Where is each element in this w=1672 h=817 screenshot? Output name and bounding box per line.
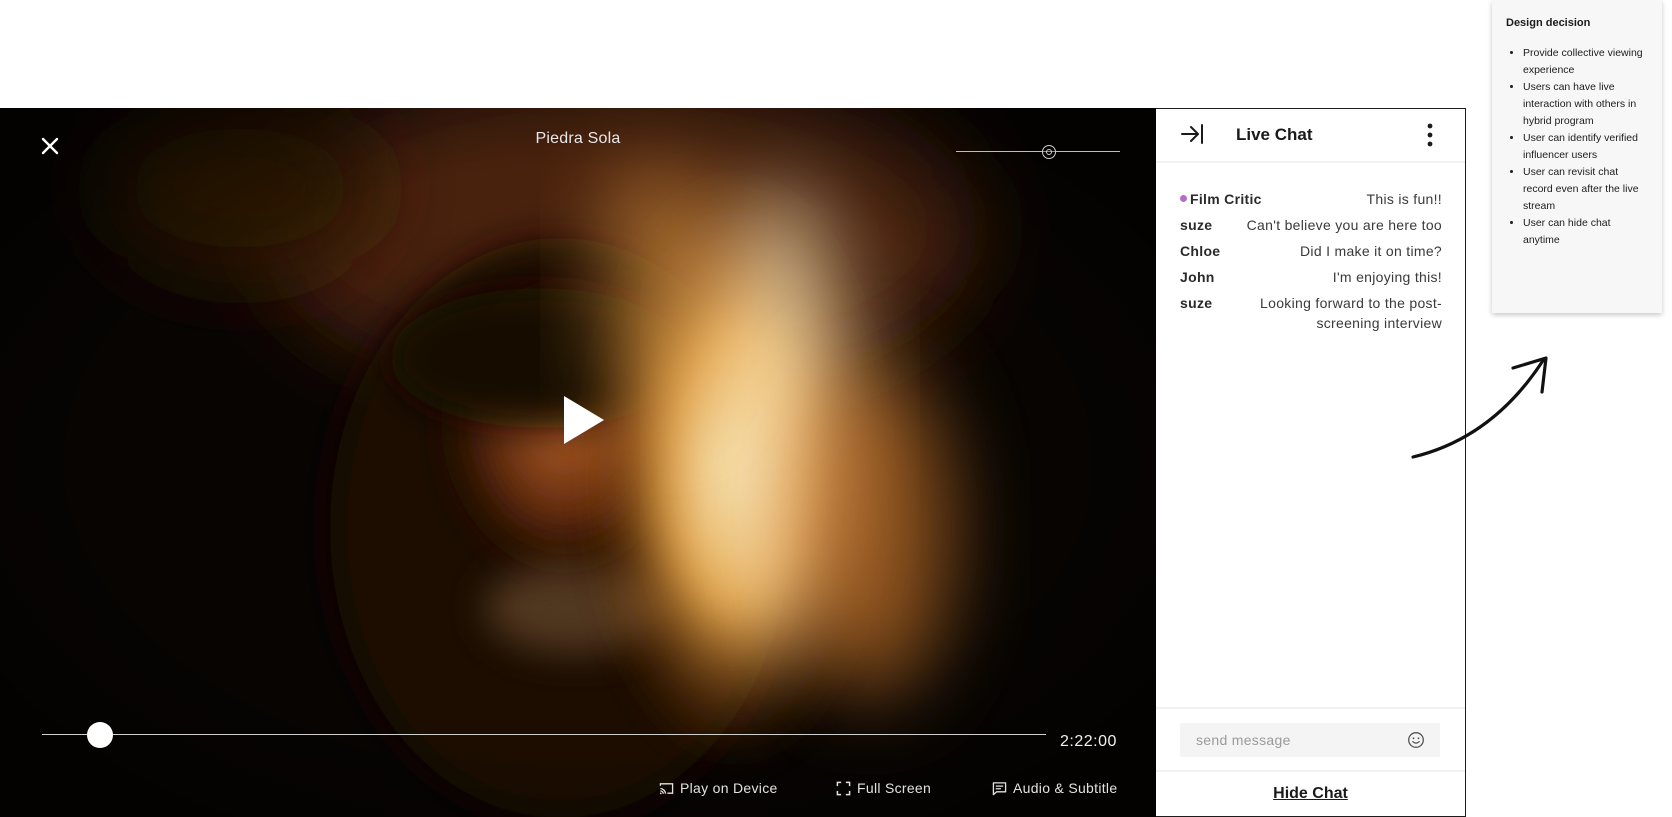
play-button[interactable] xyxy=(562,394,606,446)
more-vertical-icon xyxy=(1427,123,1433,147)
note-item: Users can have live interaction with oth… xyxy=(1523,79,1650,130)
progress-knob[interactable] xyxy=(87,722,114,748)
chat-message: suze Can't believe you are here too xyxy=(1180,215,1442,235)
chat-username[interactable]: Chloe xyxy=(1180,241,1220,261)
chat-message-text: Did I make it on time? xyxy=(1300,243,1442,259)
play-on-device-button[interactable]: Play on Device xyxy=(659,778,778,798)
progress-track xyxy=(42,734,1046,735)
chat-menu-button[interactable] xyxy=(1418,122,1442,148)
design-decision-note: Design decision Provide collective viewi… xyxy=(1492,0,1662,313)
chat-message-text: Looking forward to the post-screening in… xyxy=(1260,295,1442,331)
chat-header: Live Chat xyxy=(1156,109,1465,163)
note-item: User can identify verified influencer us… xyxy=(1523,130,1650,164)
play-icon xyxy=(564,396,604,444)
chat-username[interactable]: suze xyxy=(1180,215,1212,235)
note-item: Provide collective viewing experience xyxy=(1523,45,1650,79)
chat-message-text: I'm enjoying this! xyxy=(1332,269,1442,285)
audio-subtitle-button[interactable]: Audio & Subtitle xyxy=(992,778,1117,798)
full-screen-label: Full Screen xyxy=(857,780,932,796)
volume-slider[interactable] xyxy=(956,144,1120,160)
chat-message-text: This is fun!! xyxy=(1366,191,1442,207)
annotation-arrow-icon xyxy=(1411,356,1548,459)
video-frame xyxy=(0,108,1156,817)
note-title: Design decision xyxy=(1506,17,1591,29)
chat-username-label: suze xyxy=(1180,295,1213,311)
chat-message: suze Looking forward to the post-screenin… xyxy=(1180,293,1442,333)
chat-username-label: Film Critic xyxy=(1190,191,1262,207)
subtitle-icon xyxy=(992,781,1007,795)
chat-messages: Film Critic This is fun!! suze Can't believ… xyxy=(1180,189,1442,339)
collapse-chat-button[interactable] xyxy=(1180,122,1204,146)
chat-message: Film Critic This is fun!! xyxy=(1180,189,1442,209)
fullscreen-icon xyxy=(836,781,851,795)
verified-badge-icon xyxy=(1180,195,1187,202)
play-on-device-label: Play on Device xyxy=(680,780,778,796)
note-list: Provide collective viewing experienceUse… xyxy=(1506,45,1650,249)
chat-username-label: suze xyxy=(1180,217,1213,233)
collapse-arrow-icon xyxy=(1181,124,1203,144)
emoji-button[interactable] xyxy=(1407,731,1425,749)
audio-subtitle-label: Audio & Subtitle xyxy=(1013,780,1118,796)
progress-bar[interactable] xyxy=(42,720,1046,750)
volume-track xyxy=(956,151,1120,152)
chat-username-label: John xyxy=(1180,269,1215,285)
video-player[interactable]: Piedra Sola 2:22:00 Play on Device Full … xyxy=(0,108,1156,817)
chat-username-label: Chloe xyxy=(1180,243,1221,259)
cast-icon xyxy=(659,782,674,794)
chat-message: Chloe Did I make it on time? xyxy=(1180,241,1442,261)
smiley-icon xyxy=(1408,732,1424,748)
chat-title: Live Chat xyxy=(1236,125,1313,144)
time-label: 2:22:00 xyxy=(1060,733,1117,750)
chat-username[interactable]: John xyxy=(1180,267,1215,287)
volume-knob[interactable] xyxy=(1042,145,1057,159)
chat-message-text: Can't believe you are here too xyxy=(1246,217,1442,233)
chat-message-input[interactable] xyxy=(1180,723,1440,757)
note-item: User can revisit chat record even after … xyxy=(1523,164,1650,215)
chat-username[interactable]: suze xyxy=(1180,293,1212,313)
full-screen-button[interactable]: Full Screen xyxy=(836,778,931,798)
chat-input-area xyxy=(1156,707,1465,772)
chat-username[interactable]: Film Critic xyxy=(1180,189,1262,209)
chat-message: John I'm enjoying this! xyxy=(1180,267,1442,287)
hide-chat-button[interactable]: Hide Chat xyxy=(1156,785,1465,803)
note-item: User can hide chat anytime xyxy=(1523,215,1650,249)
